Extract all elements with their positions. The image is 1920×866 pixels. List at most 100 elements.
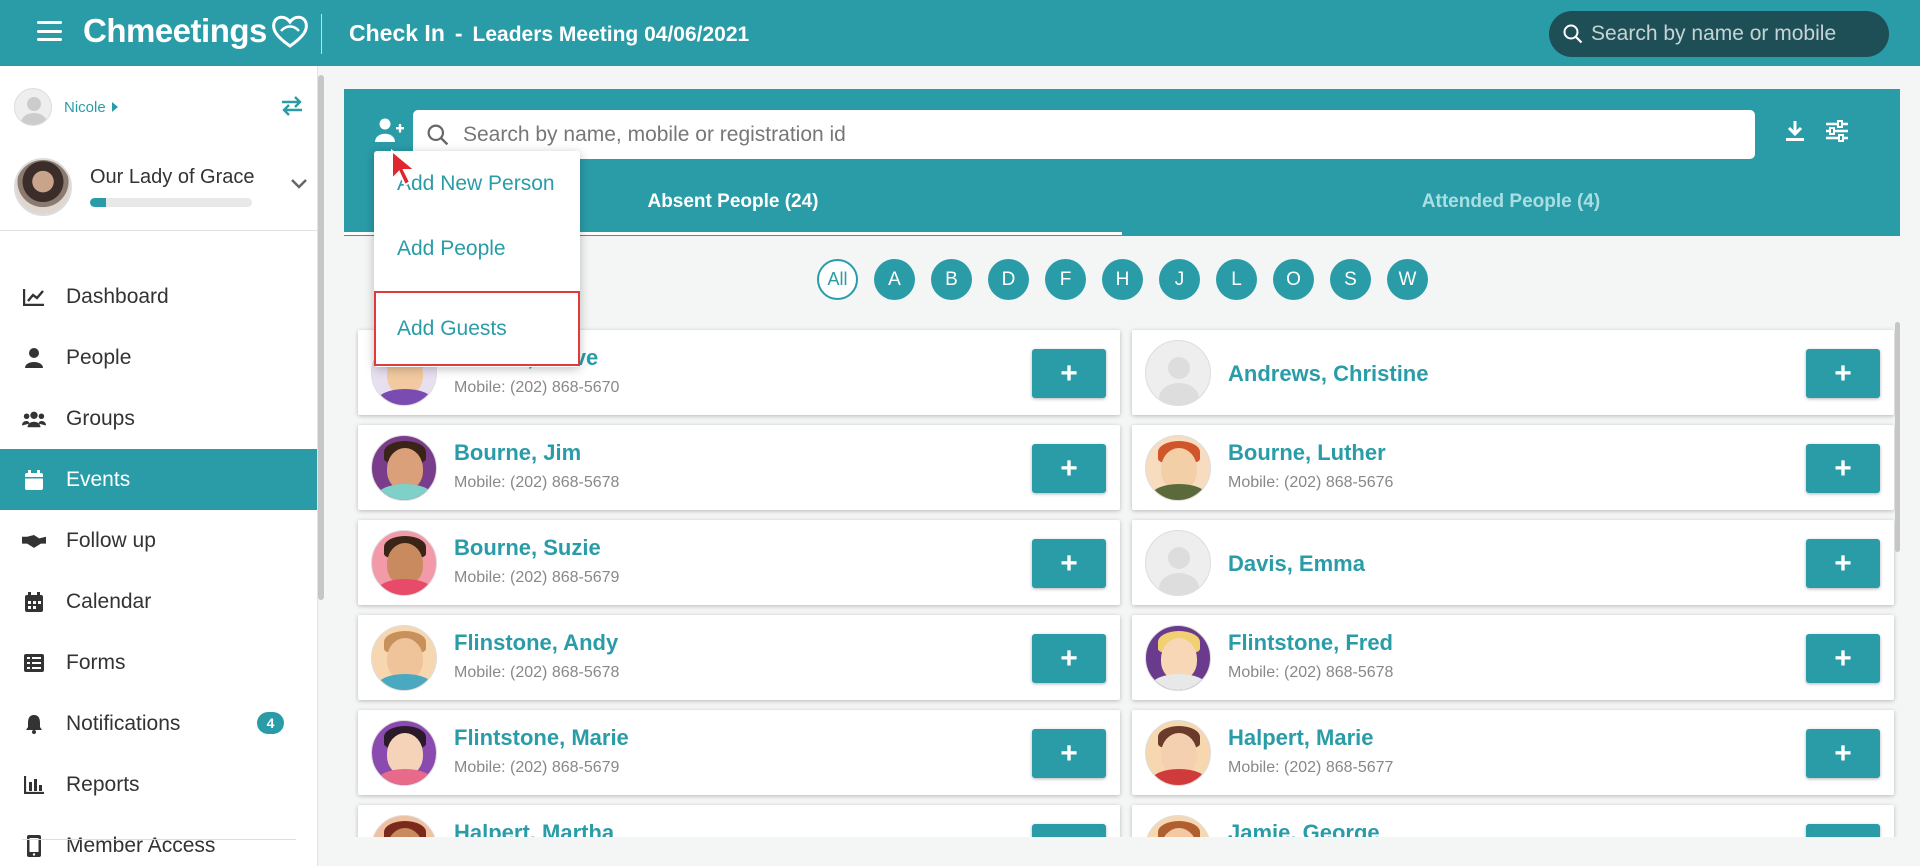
sidebar-item-label: People: [66, 345, 132, 369]
check-in-button[interactable]: +: [1806, 729, 1880, 778]
sidebar-divider: [0, 230, 317, 231]
letter-filter-all[interactable]: All: [817, 259, 858, 300]
sidebar-item-people[interactable]: People: [0, 327, 317, 388]
church-selector[interactable]: Our Lady of Grace: [14, 158, 314, 250]
check-in-button[interactable]: +: [1032, 634, 1106, 683]
check-in-button[interactable]: +: [1032, 539, 1106, 588]
logo-text: Chmeetings: [83, 12, 267, 49]
sidebar: Nicole Our Lady of Grace Dashboard Peopl…: [0, 66, 318, 866]
person-name[interactable]: Andrews, Christine: [1228, 361, 1428, 387]
global-search-input[interactable]: [1591, 22, 1871, 46]
person-name[interactable]: Halpert, Martha: [454, 820, 614, 837]
person-name[interactable]: Bourne, Suzie: [454, 535, 601, 561]
avatar-body: [1151, 769, 1207, 785]
person-name[interactable]: Davis, Emma: [1228, 551, 1365, 577]
sidebar-item-forms[interactable]: Forms: [0, 632, 317, 693]
sidebar-item-dashboard[interactable]: Dashboard: [0, 266, 317, 327]
avatar-body: [1151, 484, 1207, 500]
search-icon: [1563, 24, 1583, 44]
add-person-icon[interactable]: [375, 118, 405, 142]
sidebar-item-label: Follow up: [66, 528, 156, 552]
sidebar-item-notifications[interactable]: Notifications 4: [0, 693, 317, 754]
app-logo[interactable]: Chmeetings: [83, 12, 311, 50]
event-name: Leaders Meeting 04/06/2021: [472, 23, 750, 46]
letter-filter-item[interactable]: W: [1387, 259, 1428, 300]
person-name[interactable]: Flintstone, Marie: [454, 725, 629, 751]
check-in-button[interactable]: +: [1032, 729, 1106, 778]
bell-icon: [22, 712, 46, 736]
check-in-button[interactable]: +: [1032, 824, 1106, 837]
person-card: Halpert, Martha +: [358, 805, 1120, 837]
letter-filter-item[interactable]: L: [1216, 259, 1257, 300]
top-divider: [321, 14, 322, 54]
person-name[interactable]: Bourne, Jim: [454, 440, 581, 466]
people-search-input[interactable]: [463, 122, 1663, 147]
letter-filter-item[interactable]: H: [1102, 259, 1143, 300]
person-card: Andrews, Christine +: [1132, 330, 1894, 415]
chevron-down-icon[interactable]: [290, 178, 308, 190]
avatar: [371, 815, 437, 837]
sidebar-nav: Dashboard People Groups Events Follow up…: [0, 266, 317, 866]
person-name[interactable]: Bourne, Luther: [1228, 440, 1386, 466]
sidebar-item-member-access[interactable]: Member Access: [0, 815, 317, 866]
check-in-button[interactable]: +: [1806, 349, 1880, 398]
menu-item-add-guests[interactable]: Add Guests: [374, 291, 580, 366]
sidebar-item-reports[interactable]: Reports: [0, 754, 317, 815]
global-search[interactable]: [1549, 11, 1889, 57]
filter-sliders-icon[interactable]: [1825, 120, 1849, 142]
person-mobile: Mobile: (202) 868-5676: [1228, 474, 1394, 491]
person-card: Bourne, Jim Mobile: (202) 868-5678 +: [358, 425, 1120, 510]
list-icon: [22, 651, 46, 675]
person-name[interactable]: Flinstone, Andy: [454, 630, 618, 656]
avatar: [1145, 720, 1211, 786]
avatar: [371, 530, 437, 596]
check-in-button[interactable]: +: [1806, 824, 1880, 837]
letter-filter-item[interactable]: A: [874, 259, 915, 300]
sidebar-scrollbar[interactable]: [318, 75, 324, 600]
sidebar-item-events[interactable]: Events: [0, 449, 317, 510]
church-name: Our Lady of Grace: [90, 166, 255, 188]
check-in-button[interactable]: +: [1806, 634, 1880, 683]
sidebar-item-groups[interactable]: Groups: [0, 388, 317, 449]
hamburger-menu-icon[interactable]: [37, 21, 62, 41]
avatar-body: [377, 484, 433, 500]
switch-icon[interactable]: [280, 96, 304, 116]
letter-filter-item[interactable]: S: [1330, 259, 1371, 300]
avatar: [1145, 625, 1211, 691]
letter-filter-item[interactable]: F: [1045, 259, 1086, 300]
user-name: Nicole: [64, 98, 106, 116]
list-scrollbar[interactable]: [1895, 322, 1900, 552]
person-mobile: Mobile: (202) 868-5679: [454, 759, 620, 776]
people-search[interactable]: [413, 110, 1755, 159]
tab-attended-people[interactable]: Attended People (4): [1122, 191, 1900, 235]
sidebar-divider: [22, 839, 296, 840]
check-in-button[interactable]: +: [1806, 444, 1880, 493]
church-progress-bar: [90, 198, 252, 207]
letter-filter-item[interactable]: O: [1273, 259, 1314, 300]
download-icon[interactable]: [1785, 120, 1805, 142]
person-card: Halpert, Marie Mobile: (202) 868-5677 +: [1132, 710, 1894, 795]
person-mobile: Mobile: (202) 868-5678: [454, 664, 620, 681]
check-in-button[interactable]: +: [1806, 539, 1880, 588]
user-menu[interactable]: Nicole: [14, 88, 119, 126]
check-in-button[interactable]: +: [1032, 349, 1106, 398]
check-in-button[interactable]: +: [1032, 444, 1106, 493]
sidebar-item-label: Reports: [66, 772, 140, 796]
letter-filter-item[interactable]: J: [1159, 259, 1200, 300]
sidebar-item-follow-up[interactable]: Follow up: [0, 510, 317, 571]
letter-filter-item[interactable]: D: [988, 259, 1029, 300]
person-mobile: Mobile: (202) 868-5677: [1228, 759, 1394, 776]
person-card: Bourne, Suzie Mobile: (202) 868-5679 +: [358, 520, 1120, 605]
person-name[interactable]: Flintstone, Fred: [1228, 630, 1393, 656]
menu-item-add-people[interactable]: Add People: [374, 217, 580, 281]
calendar-grid-icon: [22, 590, 46, 614]
avatar-body: [377, 579, 433, 595]
notification-badge: 4: [257, 712, 284, 734]
sidebar-item-calendar[interactable]: Calendar: [0, 571, 317, 632]
person-name[interactable]: Jamie, George: [1228, 820, 1380, 837]
sidebar-item-label: Groups: [66, 406, 135, 430]
person-icon: [22, 346, 46, 370]
person-name[interactable]: Halpert, Marie: [1228, 725, 1374, 751]
letter-filter-item[interactable]: B: [931, 259, 972, 300]
person-card: Flintstone, Fred Mobile: (202) 868-5678 …: [1132, 615, 1894, 700]
